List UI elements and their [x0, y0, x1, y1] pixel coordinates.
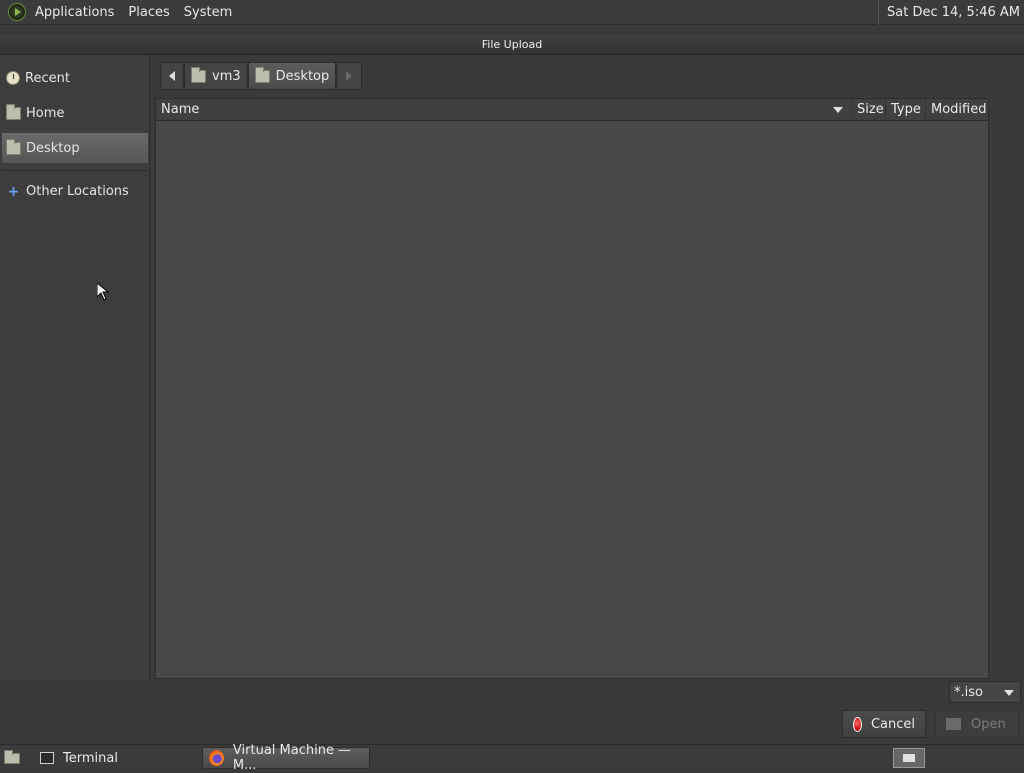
- sidebar-item-label: Recent: [25, 70, 70, 86]
- firefox-icon: [209, 750, 224, 766]
- file-list-body[interactable]: [156, 122, 988, 678]
- sidebar-item-label: Other Locations: [26, 183, 129, 199]
- column-name[interactable]: Name: [156, 98, 852, 121]
- folder-desktop-icon: [254, 66, 270, 83]
- clock[interactable]: Sat Dec 14, 5:46 AM: [878, 0, 1020, 25]
- file-filter-value: *.iso: [954, 684, 983, 700]
- path-forward-button[interactable]: [336, 62, 363, 90]
- open-button[interactable]: Open: [935, 710, 1019, 738]
- terminal-icon: [40, 752, 54, 764]
- path-segment-label: Desktop: [275, 68, 330, 84]
- top-panel: Applications Places System Sat Dec 14, 5…: [0, 0, 1024, 25]
- menu-system[interactable]: System: [177, 0, 239, 25]
- folder-open-icon: [946, 718, 961, 730]
- cancel-icon: [853, 716, 862, 732]
- taskbar-item-terminal[interactable]: Terminal: [34, 747, 196, 769]
- path-bar: vm3 Desktop: [160, 62, 363, 90]
- sidebar-item-recent[interactable]: Recent: [2, 63, 148, 93]
- menu-places[interactable]: Places: [121, 0, 176, 25]
- taskbar-item-label: Virtual Machine — M...: [232, 743, 352, 773]
- sidebar-separator: [2, 170, 148, 171]
- column-size[interactable]: Size: [852, 98, 886, 121]
- places-sidebar: Recent Home Desktop + Other Locations: [0, 55, 150, 680]
- path-segment-label: vm3: [212, 68, 241, 84]
- column-type[interactable]: Type: [886, 98, 926, 121]
- chevron-right-icon: [346, 71, 353, 81]
- open-button-label: Open: [971, 716, 1006, 732]
- path-segment-desktop[interactable]: Desktop: [247, 62, 337, 90]
- plus-icon: +: [7, 183, 20, 200]
- show-desktop-button[interactable]: [2, 748, 22, 766]
- menu-applications[interactable]: Applications: [28, 0, 121, 25]
- desktop-icon: [4, 750, 20, 764]
- sort-down-icon: [833, 106, 843, 113]
- taskbar: Terminal Virtual Machine — M...: [0, 743, 1024, 773]
- taskbar-item-label: Terminal: [63, 750, 118, 766]
- taskbar-item-virtual-machine[interactable]: Virtual Machine — M...: [202, 743, 370, 773]
- folder-desktop-icon: [6, 138, 21, 155]
- cancel-button[interactable]: Cancel: [842, 710, 926, 738]
- sidebar-item-home[interactable]: Home: [2, 98, 148, 128]
- cancel-button-label: Cancel: [870, 716, 915, 732]
- applications-logo-icon[interactable]: [8, 3, 26, 21]
- path-back-button[interactable]: [160, 62, 184, 90]
- sidebar-item-other-locations[interactable]: + Other Locations: [2, 176, 148, 206]
- folder-home-icon: [6, 103, 21, 120]
- file-filter-dropdown[interactable]: *.iso: [949, 681, 1021, 703]
- column-modified[interactable]: Modified: [926, 99, 988, 121]
- dialog-title-bar[interactable]: File Upload: [0, 35, 1024, 55]
- sidebar-item-desktop[interactable]: Desktop: [2, 133, 148, 163]
- folder-home-icon: [191, 66, 206, 83]
- chevron-left-icon: [169, 71, 175, 81]
- workspace-switcher[interactable]: [893, 748, 925, 768]
- file-list-header: Name Size Type Modified: [156, 98, 988, 121]
- file-list[interactable]: Name Size Type Modified: [155, 98, 989, 679]
- dialog-title: File Upload: [481, 38, 543, 51]
- clock-icon: [6, 71, 20, 85]
- chevron-down-icon: [1004, 690, 1014, 696]
- column-name-label: Name: [161, 102, 200, 117]
- sidebar-item-label: Desktop: [26, 140, 80, 156]
- path-segment-vm3[interactable]: vm3: [184, 62, 248, 90]
- sidebar-item-label: Home: [26, 105, 65, 121]
